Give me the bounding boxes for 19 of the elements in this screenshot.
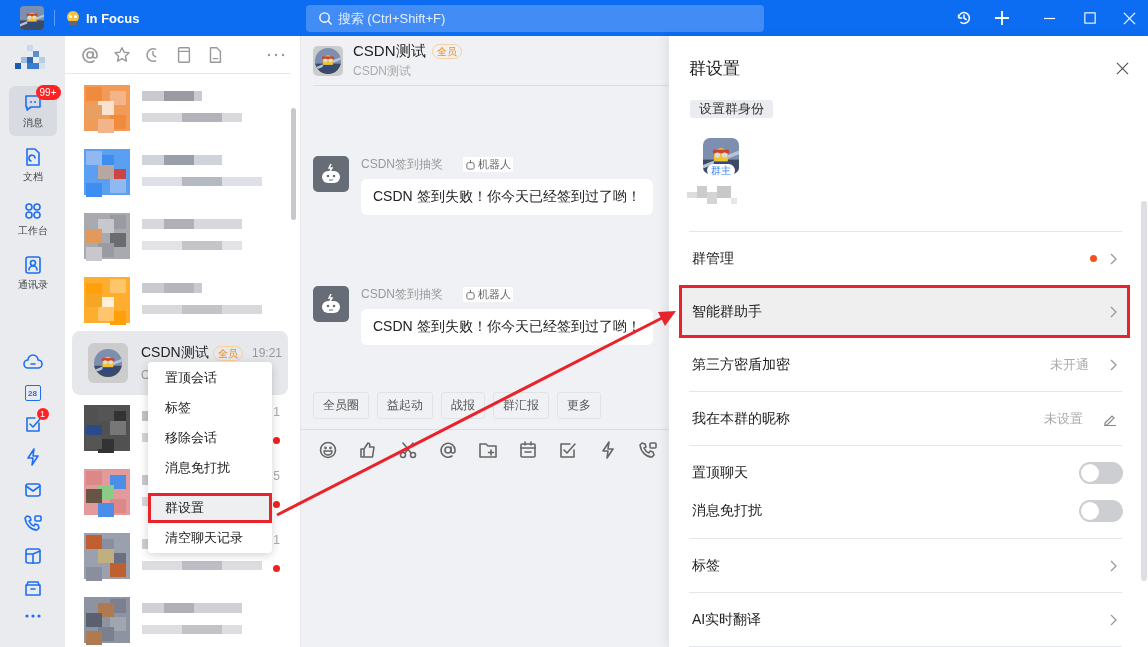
message-bubble: CSDN 签到失败！你今天已经签到过了哟！ <box>361 309 653 345</box>
chat-name: CSDN测试 <box>141 344 209 362</box>
chat-subtitle: CSDN测试 <box>353 62 412 80</box>
chat-time: 19:21 <box>251 346 282 360</box>
panel-title: 群设置 <box>689 57 740 80</box>
count-badge: 1 <box>36 408 49 420</box>
count-badge: 99+ <box>35 85 61 100</box>
setting-value: 未开通 <box>1050 355 1089 374</box>
chat-time: 5 <box>273 469 280 483</box>
owner-badge: 群主 <box>707 164 735 177</box>
sender-name: CSDN签到抽奖 <box>361 286 443 303</box>
bot-tag: 机器人 <box>463 287 513 302</box>
setting-value: 未设置 <box>1044 409 1083 428</box>
chat-time: 1 <box>273 405 280 419</box>
chat-time: 1 <box>273 533 280 547</box>
message-bubble: CSDN 签到失败！你今天已经签到过了哟！ <box>361 179 653 215</box>
chat-title: CSDN测试 <box>353 41 426 61</box>
bot-tag: 机器人 <box>463 157 513 172</box>
sender-name: CSDN签到抽奖 <box>361 156 443 173</box>
